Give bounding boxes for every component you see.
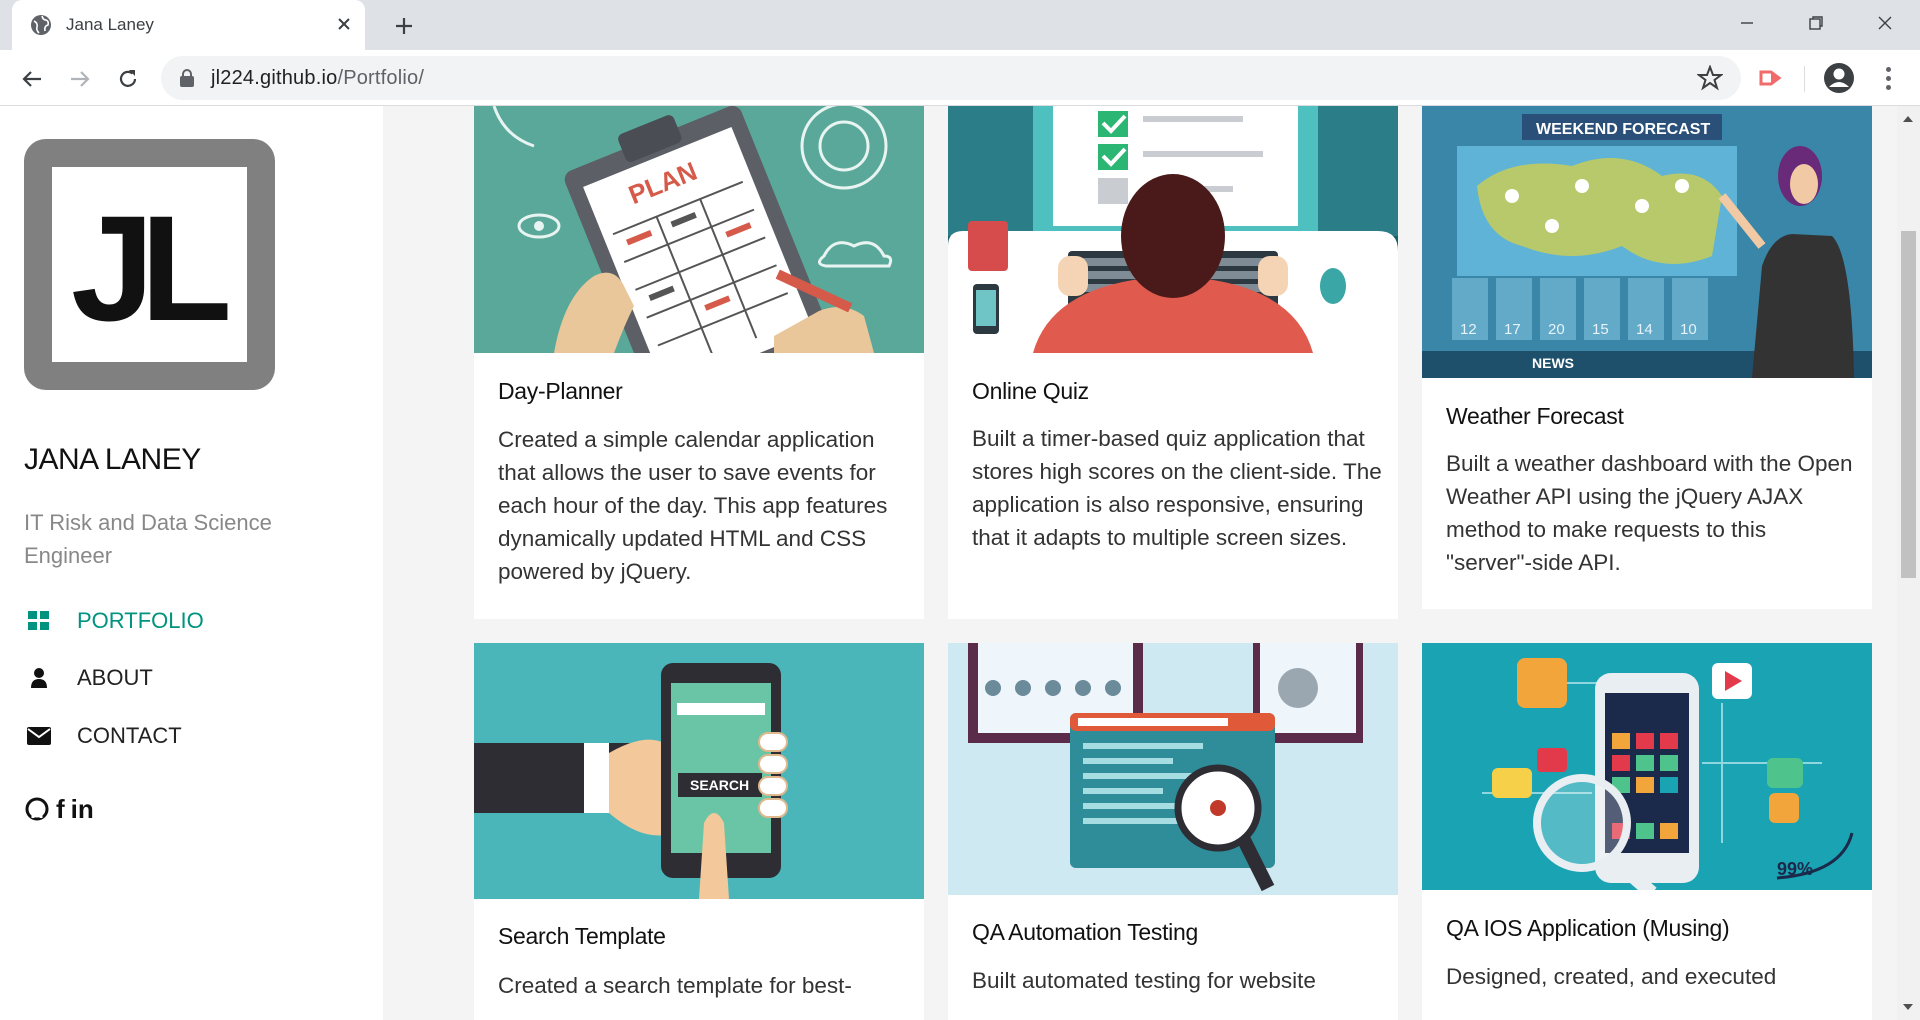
- logo-text: JL: [70, 183, 232, 352]
- site-logo[interactable]: JL: [24, 139, 275, 390]
- temp-label: 15: [1592, 321, 1609, 338]
- weather-forecast-image: WEEKEND FORECAST 12 17 20 15 14 10 NEWS: [1422, 106, 1872, 378]
- project-title: Online Quiz: [972, 378, 1089, 404]
- close-tab-icon[interactable]: [332, 12, 356, 36]
- search-button-art: SEARCH: [690, 777, 749, 793]
- address-bar[interactable]: jl224.github.io/Portfolio/: [161, 56, 1741, 100]
- scroll-down-icon[interactable]: [1903, 1004, 1913, 1010]
- project-description: Built automated testing for website: [972, 968, 1316, 993]
- project-card-day-planner[interactable]: PLAN Day-Planner Created a simple calend…: [474, 106, 924, 619]
- url-host: jl224.github.io: [211, 67, 338, 89]
- new-tab-icon[interactable]: [390, 12, 418, 40]
- nav-about-label: ABOUT: [77, 665, 153, 690]
- online-quiz-image: [948, 106, 1398, 353]
- envelope-icon: [26, 723, 52, 749]
- portfolio-grid: PLAN Day-Planner Created a simple calend…: [383, 106, 1897, 1020]
- bookmark-star-icon[interactable]: [1697, 65, 1723, 91]
- back-icon[interactable]: [17, 64, 47, 94]
- project-title: Search Template: [498, 923, 666, 949]
- page-scrollbar[interactable]: [1897, 106, 1920, 1020]
- user-icon: [26, 665, 52, 691]
- facebook-icon[interactable]: f: [56, 794, 65, 825]
- linkedin-icon[interactable]: in: [71, 794, 94, 825]
- browser-tab[interactable]: Jana Laney: [12, 0, 365, 50]
- project-description: Built a timer-based quiz application tha…: [972, 426, 1382, 550]
- project-title: Day-Planner: [498, 378, 623, 404]
- qa-ios-image: 99%: [1422, 643, 1872, 899]
- temp-label: 12: [1460, 321, 1477, 338]
- project-description: Built a weather dashboard with the Open …: [1446, 451, 1853, 575]
- project-description: Created a search template for best-: [498, 973, 852, 998]
- forecast-banner-text: WEEKEND FORECAST: [1536, 121, 1710, 138]
- project-title: QA IOS Application (Musing): [1446, 915, 1730, 941]
- project-card-qa-ios[interactable]: 99% QA IOS Application (Musing) Designed…: [1422, 643, 1872, 1020]
- project-card-weather-forecast[interactable]: WEEKEND FORECAST 12 17 20 15 14 10 NEWS …: [1422, 106, 1872, 609]
- qa-automation-image: [948, 643, 1398, 895]
- globe-icon: [31, 15, 51, 35]
- minimize-icon[interactable]: [1727, 8, 1767, 38]
- project-card-search-template[interactable]: SEARCH Search Template Created a search …: [474, 643, 924, 1020]
- search-template-image: SEARCH: [474, 643, 924, 899]
- toolbar-separator: [1804, 66, 1805, 92]
- browser-menu-icon[interactable]: [1878, 62, 1898, 94]
- tab-strip: Jana Laney: [0, 0, 1920, 50]
- temp-label: 10: [1680, 321, 1697, 338]
- nav-contact-label: CONTACT: [77, 723, 182, 748]
- site-owner-name: JANA LANEY: [24, 443, 201, 476]
- scroll-up-icon[interactable]: [1903, 116, 1913, 122]
- project-description: Created a simple calendar application th…: [498, 427, 888, 584]
- browser-toolbar: jl224.github.io/Portfolio/: [0, 50, 1920, 106]
- lock-icon: [180, 69, 194, 87]
- scrollbar-thumb[interactable]: [1901, 231, 1916, 578]
- profile-avatar-icon[interactable]: [1822, 61, 1856, 95]
- progress-percent-art: 99%: [1777, 859, 1813, 879]
- sidebar: JL JANA LANEY IT Risk and Data Science E…: [0, 106, 383, 1020]
- social-links: f in: [24, 794, 94, 824]
- url-path: /Portfolio/: [337, 67, 425, 89]
- temp-label: 17: [1504, 321, 1521, 338]
- temp-label: 14: [1636, 321, 1653, 338]
- project-card-qa-automation[interactable]: QA Automation Testing Built automated te…: [948, 643, 1398, 1020]
- forward-icon[interactable]: [65, 64, 95, 94]
- site-owner-role: IT Risk and Data Science Engineer: [24, 510, 272, 568]
- news-logo-text: NEWS: [1532, 355, 1574, 371]
- page: JL JANA LANEY IT Risk and Data Science E…: [0, 106, 1920, 1020]
- github-icon[interactable]: [24, 796, 50, 822]
- project-title: Weather Forecast: [1446, 403, 1624, 429]
- project-title: QA Automation Testing: [972, 919, 1198, 945]
- grid-icon: [26, 608, 52, 634]
- nav-portfolio-label: PORTFOLIO: [77, 608, 204, 633]
- nav-contact[interactable]: CONTACT: [26, 720, 182, 752]
- reload-icon[interactable]: [113, 64, 143, 94]
- project-description: Designed, created, and executed: [1446, 964, 1777, 989]
- tab-title: Jana Laney: [66, 15, 154, 34]
- logo-inner: JL: [52, 167, 247, 362]
- extension-cast-icon[interactable]: [1757, 63, 1787, 93]
- project-card-online-quiz[interactable]: Online Quiz Built a timer-based quiz app…: [948, 106, 1398, 619]
- day-planner-image: PLAN: [474, 106, 924, 403]
- temp-label: 20: [1548, 321, 1565, 338]
- nav-portfolio[interactable]: PORTFOLIO: [26, 605, 204, 637]
- nav-about[interactable]: ABOUT: [26, 662, 153, 694]
- url-text[interactable]: jl224.github.io/Portfolio/: [211, 67, 424, 90]
- restore-icon[interactable]: [1796, 8, 1836, 38]
- close-window-icon[interactable]: [1865, 8, 1905, 38]
